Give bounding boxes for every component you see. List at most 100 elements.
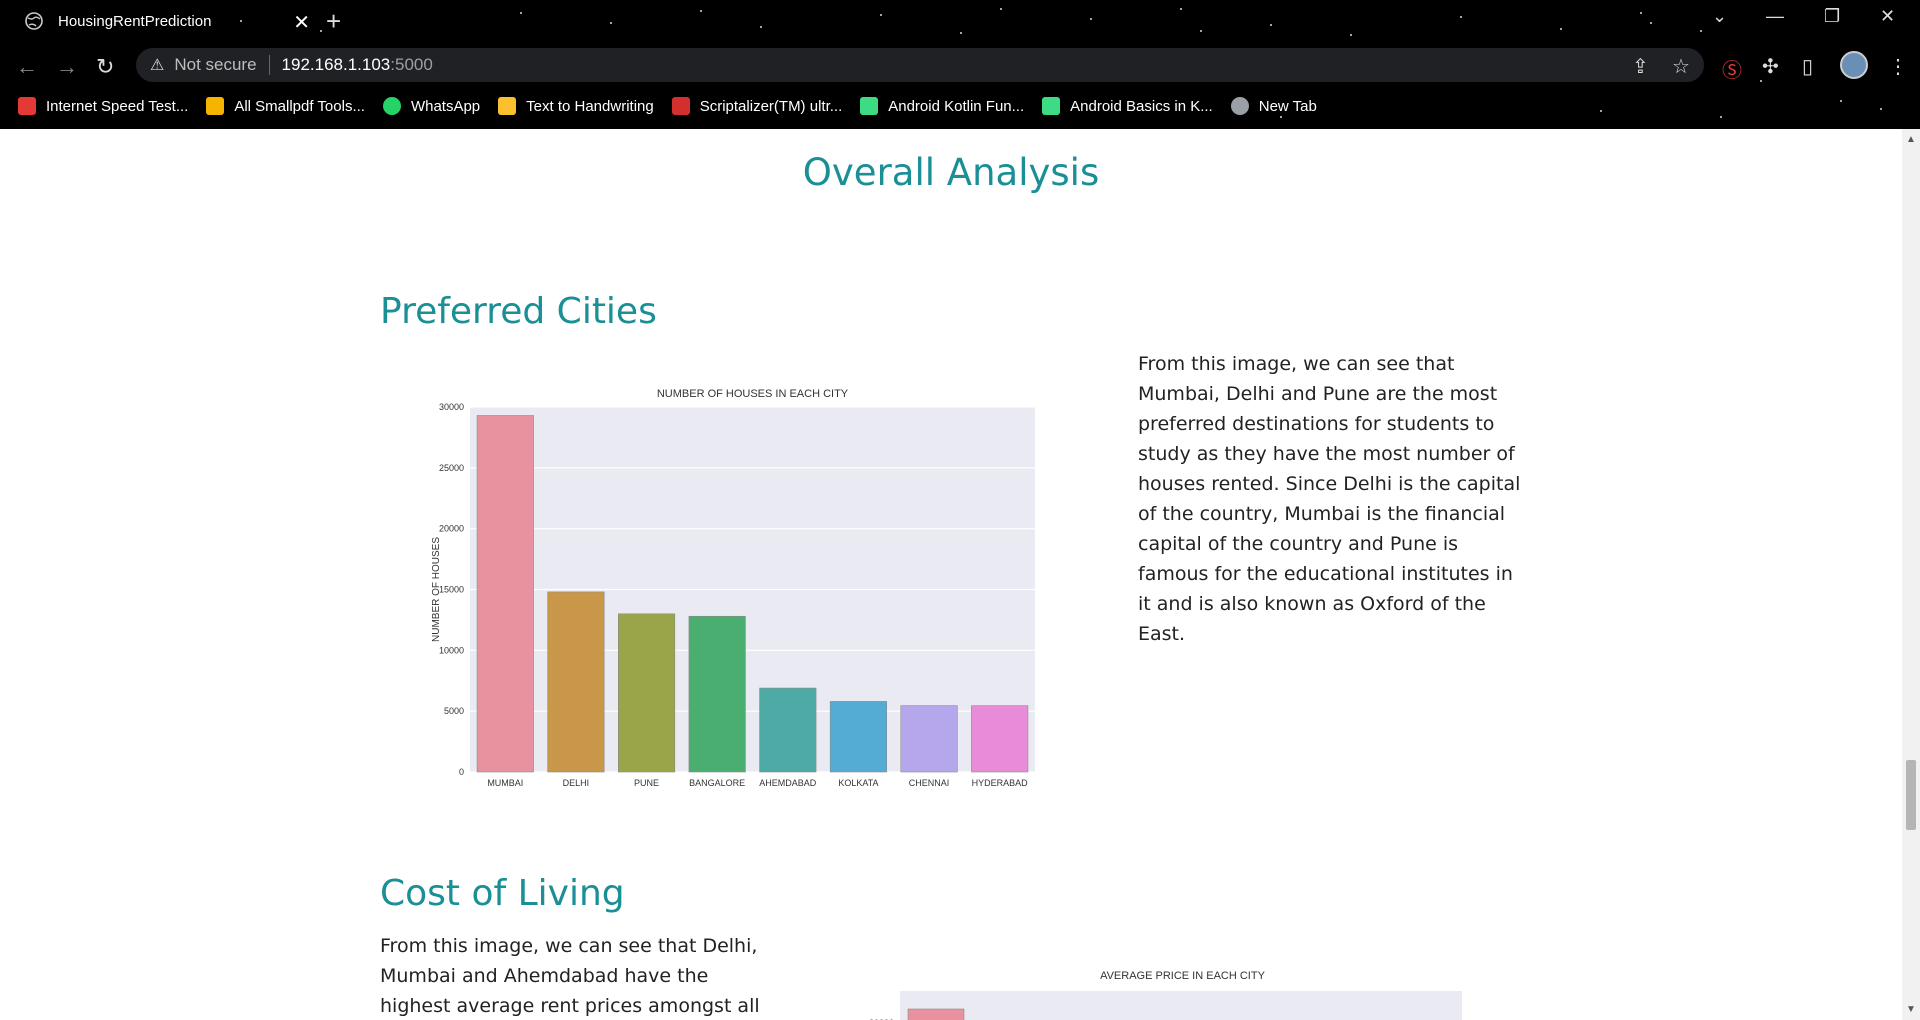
star-dot (1000, 8, 1002, 10)
android-icon (1042, 97, 1061, 115)
x-tick-label: BANGALORE (689, 778, 745, 788)
star-dot (1880, 108, 1882, 110)
bookmark-item[interactable]: Android Kotlin Fun... (860, 97, 1024, 115)
chart-title: AVERAGE PRICE IN EACH CITY (1100, 970, 1265, 982)
star-dot (1090, 18, 1092, 20)
page-content: Overall Analysis Preferred Cities 0 5000 1… (0, 129, 1902, 1020)
page-heading: Overall Analysis (802, 151, 1100, 194)
bar (759, 687, 817, 773)
address-separator (268, 55, 270, 75)
x-tick-label: HYDERABAD (972, 778, 1029, 788)
extension-s-icon[interactable]: Ⓢ (1722, 54, 1742, 83)
star-dot (1460, 16, 1462, 18)
x-tick-label: DELHI (563, 778, 590, 788)
restore-icon[interactable]: ❐ (1824, 6, 1840, 27)
section-title-preferred-cities: Preferred Cities (380, 291, 657, 332)
side-panel-icon[interactable]: ▯ (1802, 54, 1813, 79)
bookmark-star-icon[interactable]: ☆ (1672, 54, 1690, 79)
tab-close-icon[interactable]: ✕ (293, 10, 310, 35)
globe-icon (25, 12, 43, 30)
url-port[interactable]: :5000 (390, 55, 433, 75)
y-tick-label: 0 (459, 767, 464, 777)
preferred-cities-text: From this image, we can see that Mumbai,… (1138, 353, 1521, 645)
bookmark-label: All Smallpdf Tools... (234, 97, 365, 115)
browser-tab[interactable]: HousingRentPrediction ✕ (10, 2, 310, 40)
star-dot (1270, 24, 1272, 26)
browser-chrome: HousingRentPrediction ✕ + ⌄ — ❐ ✕ ← → ↻ … (0, 0, 1920, 129)
bookmark-label: Text to Handwriting (526, 97, 654, 115)
page-scrollbar[interactable]: ▲ ▼ (1902, 129, 1920, 1020)
star-dot (320, 30, 322, 32)
bookmark-item[interactable]: Internet Speed Test... (18, 97, 188, 115)
share-icon[interactable]: ⇪ (1632, 54, 1649, 79)
whatsapp-icon (382, 97, 401, 115)
bookmark-label: Android Basics in K... (1070, 97, 1213, 115)
y-tick-label: 5000 (444, 706, 464, 716)
scroll-up-icon[interactable]: ▲ (1906, 134, 1916, 145)
houses-per-city-chart: 0 5000 10000 15000 20000 25000 30000 MUMBAI DELH… (431, 388, 1035, 788)
bar (476, 415, 534, 773)
bar (971, 705, 1029, 773)
star-dot (960, 32, 962, 34)
star-dot (1650, 22, 1652, 24)
warning-icon[interactable]: ⚠ (150, 55, 164, 75)
star-dot (1720, 116, 1722, 118)
bar (900, 705, 958, 773)
x-tick-label: CHENNAI (909, 778, 950, 788)
back-icon[interactable]: ← (16, 54, 38, 80)
android-icon (860, 97, 879, 115)
x-tick-label: AHEMDABAD (759, 778, 817, 788)
y-axis-label: NUMBER OF HOUSES (431, 537, 442, 642)
star-dot (1560, 28, 1562, 30)
address-bar[interactable]: ⚠ Not secure 192.168.1.103:5000 (136, 48, 1704, 82)
globe-icon (1230, 97, 1249, 115)
reload-icon[interactable]: ↻ (96, 54, 114, 80)
bar (907, 1008, 965, 1020)
bookmark-label: WhatsApp (410, 97, 481, 115)
y-tick-label: 25000 (439, 463, 464, 473)
tab-search-icon[interactable]: ⌄ (1712, 6, 1727, 27)
average-price-chart: AVERAGE PRICE IN EACH CITY30000 (869, 970, 1462, 1020)
window-close-icon[interactable]: ✕ (1880, 6, 1895, 27)
menu-kebab-icon[interactable]: ⋮ (1888, 54, 1908, 79)
scrollbar-thumb[interactable] (1906, 760, 1916, 830)
bookmark-item[interactable]: WhatsApp (382, 97, 481, 115)
bookmark-item[interactable]: New Tab (1230, 97, 1317, 115)
bar (618, 613, 676, 773)
profile-avatar[interactable] (1840, 51, 1868, 79)
handwriting-icon (498, 97, 517, 115)
section-title-cost-of-living: Cost of Living (380, 873, 625, 914)
x-tick-label: MUMBAI (487, 778, 523, 788)
bookmark-label: Internet Speed Test... (46, 97, 189, 115)
url-host[interactable]: 192.168.1.103 (282, 55, 391, 75)
y-tick-label: 30000 (439, 402, 464, 412)
y-tick-label: 20000 (439, 524, 464, 534)
chart-title: NUMBER OF HOUSES IN EACH CITY (657, 388, 849, 400)
plot-area (900, 991, 1462, 1020)
star-dot (880, 14, 882, 16)
star-dot (1200, 30, 1202, 32)
star-dot (1760, 80, 1762, 82)
bookmark-item[interactable]: Text to Handwriting (498, 97, 654, 115)
speedometer-icon (18, 97, 36, 115)
new-tab-button[interactable]: + (326, 6, 341, 37)
bookmark-item[interactable]: All Smallpdf Tools... (206, 97, 365, 115)
star-dot (760, 26, 762, 28)
smallpdf-icon (206, 97, 225, 115)
cost-of-living-text: From this image, we can see that Delhi, … (380, 935, 760, 1017)
extensions-puzzle-icon[interactable]: ✣ (1762, 54, 1779, 79)
forward-icon[interactable]: → (56, 54, 78, 80)
minimize-icon[interactable]: — (1766, 6, 1784, 27)
y-tick-label: 15000 (439, 585, 464, 595)
security-label[interactable]: Not secure (174, 55, 256, 75)
bookmark-item[interactable]: Scriptalizer(TM) ultr... (671, 97, 843, 115)
star-dot (1700, 30, 1702, 32)
tab-title: HousingRentPrediction (58, 12, 212, 30)
bar (688, 615, 746, 773)
bookmarks-bar: Internet Speed Test... All Smallpdf Tools… (0, 94, 1317, 118)
scroll-down-icon[interactable]: ▼ (1906, 1004, 1916, 1015)
bookmark-item[interactable]: Android Basics in K... (1042, 97, 1213, 115)
star-dot (1350, 34, 1352, 36)
star-dot (1600, 110, 1602, 112)
bookmark-label: Scriptalizer(TM) ultr... (699, 97, 843, 115)
